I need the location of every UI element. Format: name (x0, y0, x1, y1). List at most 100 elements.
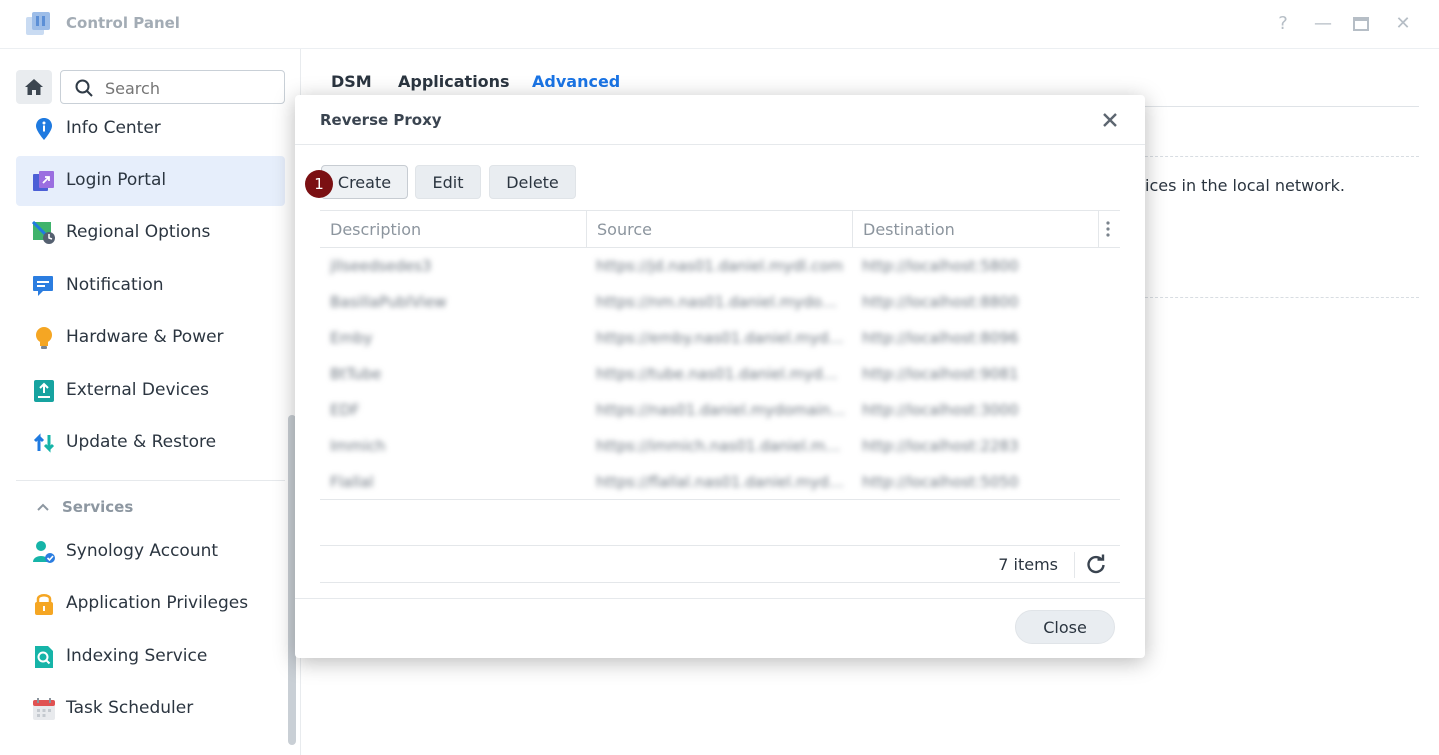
cell-source: https://jd.nas01.daniel.mydl.com (596, 257, 844, 275)
table-row[interactable]: Immich https://immich.nas01.daniel.mydom… (320, 428, 1120, 464)
column-resize-handle[interactable] (1098, 211, 1099, 247)
sidebar-item-label: Task Scheduler (66, 698, 194, 718)
chevron-up-icon (37, 503, 49, 511)
tab-dsm[interactable]: DSM (331, 72, 372, 91)
cell-description: Emby (330, 329, 373, 347)
sidebar-item-synology-account[interactable]: Synology Account (16, 527, 285, 577)
cell-description: Flallal (330, 473, 374, 491)
regional-options-icon (32, 221, 55, 244)
sidebar-item-label: Login Portal (66, 170, 167, 190)
section-separator (1145, 156, 1419, 157)
info-icon (36, 118, 52, 140)
home-icon (25, 79, 43, 95)
sidebar-item-update-restore[interactable]: Update & Restore (16, 418, 285, 468)
column-resize-handle[interactable] (852, 211, 853, 247)
dialog-title: Reverse Proxy (320, 111, 442, 129)
column-options-icon[interactable] (1100, 219, 1116, 239)
column-header-destination[interactable]: Destination (863, 220, 955, 239)
sidebar-item-hardware-power[interactable]: Hardware & Power (16, 313, 285, 363)
cell-destination: http://localhost:3000 (862, 401, 1019, 419)
sidebar-item-label: Indexing Service (66, 646, 208, 666)
cell-source: https://nm.nas01.daniel.mydomain (596, 293, 846, 311)
dialog-footer-divider (295, 598, 1145, 599)
tab-advanced[interactable]: Advanced (532, 72, 620, 91)
sidebar-item-regional-options[interactable]: Regional Options (16, 208, 285, 258)
notification-icon (33, 276, 53, 296)
sidebar-item-label: Regional Options (66, 222, 211, 242)
window-title: Control Panel (66, 14, 180, 32)
sidebar-item-task-scheduler[interactable]: Task Scheduler (16, 684, 285, 734)
lock-icon (35, 594, 53, 615)
lightbulb-icon (36, 327, 52, 349)
table-row[interactable]: EDF https://nas01.daniel.mydomain.com ht… (320, 392, 1120, 428)
sidebar-item-login-portal[interactable]: Login Portal (16, 156, 285, 206)
minimize-icon[interactable]: — (1312, 13, 1334, 35)
sidebar-divider (16, 480, 285, 481)
cell-destination: http://localhost:5800 (862, 257, 1019, 275)
sidebar-item-label: Synology Account (66, 541, 219, 561)
cell-description: BtTube (330, 365, 382, 383)
dialog-header-divider (295, 144, 1145, 145)
table-row[interactable]: BasillaPublView https://nm.nas01.daniel.… (320, 284, 1120, 320)
close-button[interactable]: Close (1015, 610, 1115, 644)
maximize-icon[interactable] (1352, 15, 1370, 33)
cell-destination: http://localhost:9081 (862, 365, 1019, 383)
sidebar-item-info-center[interactable]: Info Center (16, 104, 285, 154)
cell-destination: http://localhost:5050 (862, 473, 1019, 491)
sidebar-item-notification[interactable]: Notification (16, 261, 285, 311)
reverse-proxy-dialog: Reverse Proxy Create Edit Delete 1 Descr… (295, 95, 1145, 658)
table-row[interactable]: Flallal https://flallal.nas01.daniel.myd… (320, 464, 1120, 500)
search-icon (75, 79, 93, 97)
calendar-icon (33, 698, 55, 720)
column-resize-handle[interactable] (586, 211, 587, 247)
refresh-icon[interactable] (1085, 554, 1107, 576)
cell-description: BasillaPublView (330, 293, 447, 311)
tab-applications[interactable]: Applications (398, 72, 510, 91)
indexing-icon (35, 646, 53, 668)
update-restore-icon (33, 433, 55, 453)
cell-source: https://flallal.nas01.daniel.mydomain (596, 473, 846, 491)
sidebar-item-indexing-service[interactable]: Indexing Service (16, 632, 285, 682)
cell-source: https://emby.nas01.daniel.mydomain (596, 329, 846, 347)
services-label: Services (62, 498, 134, 516)
cell-source: https://nas01.daniel.mydomain.com (596, 401, 846, 419)
column-header-source[interactable]: Source (597, 220, 652, 239)
table-row[interactable]: Emby https://emby.nas01.daniel.mydomain … (320, 320, 1120, 356)
table-header: Description Source Destination (320, 211, 1120, 248)
control-panel-icon (26, 12, 50, 35)
table-row[interactable]: jllseedsedes3 https://jd.nas01.daniel.my… (320, 248, 1120, 284)
external-devices-icon (34, 380, 54, 402)
pager-divider (320, 545, 1120, 546)
sidebar-item-external-devices[interactable]: External Devices (16, 366, 285, 416)
pager-separator (1074, 552, 1075, 578)
table-row[interactable]: BtTube https://tube.nas01.daniel.mydomai… (320, 356, 1120, 392)
search-input[interactable] (103, 75, 277, 101)
item-count: 7 items (998, 555, 1058, 574)
window-close-icon[interactable]: ✕ (1392, 13, 1414, 35)
delete-button[interactable]: Delete (489, 165, 576, 199)
home-button[interactable] (16, 70, 52, 104)
create-button[interactable]: Create (321, 165, 408, 199)
step-badge: 1 (305, 170, 333, 198)
search-box[interactable] (60, 70, 285, 104)
cell-description: jllseedsedes3 (330, 257, 432, 275)
cell-description: Immich (330, 437, 386, 455)
cell-description: EDF (330, 401, 360, 419)
proxy-rules-table: Description Source Destination jllseedse… (320, 210, 1120, 500)
title-bar: Control Panel ? — ✕ (0, 0, 1439, 49)
sidebar-item-label: External Devices (66, 380, 209, 400)
cell-destination: http://localhost:2283 (862, 437, 1019, 455)
sidebar-item-label: Notification (66, 275, 164, 295)
dialog-close-icon[interactable] (1097, 107, 1123, 133)
cell-source: https://tube.nas01.daniel.mydomain (596, 365, 846, 383)
column-header-description[interactable]: Description (330, 220, 421, 239)
sidebar-item-application-privileges[interactable]: Application Privileges (16, 579, 285, 629)
login-portal-icon (33, 171, 54, 191)
cell-source: https://immich.nas01.daniel.mydomain (596, 437, 846, 455)
help-icon[interactable]: ? (1272, 13, 1294, 35)
services-section-header[interactable]: Services (36, 498, 133, 516)
sidebar-item-label: Update & Restore (66, 432, 217, 452)
edit-button[interactable]: Edit (415, 165, 481, 199)
section-separator (1145, 297, 1419, 298)
sidebar-item-label: Info Center (66, 118, 161, 138)
